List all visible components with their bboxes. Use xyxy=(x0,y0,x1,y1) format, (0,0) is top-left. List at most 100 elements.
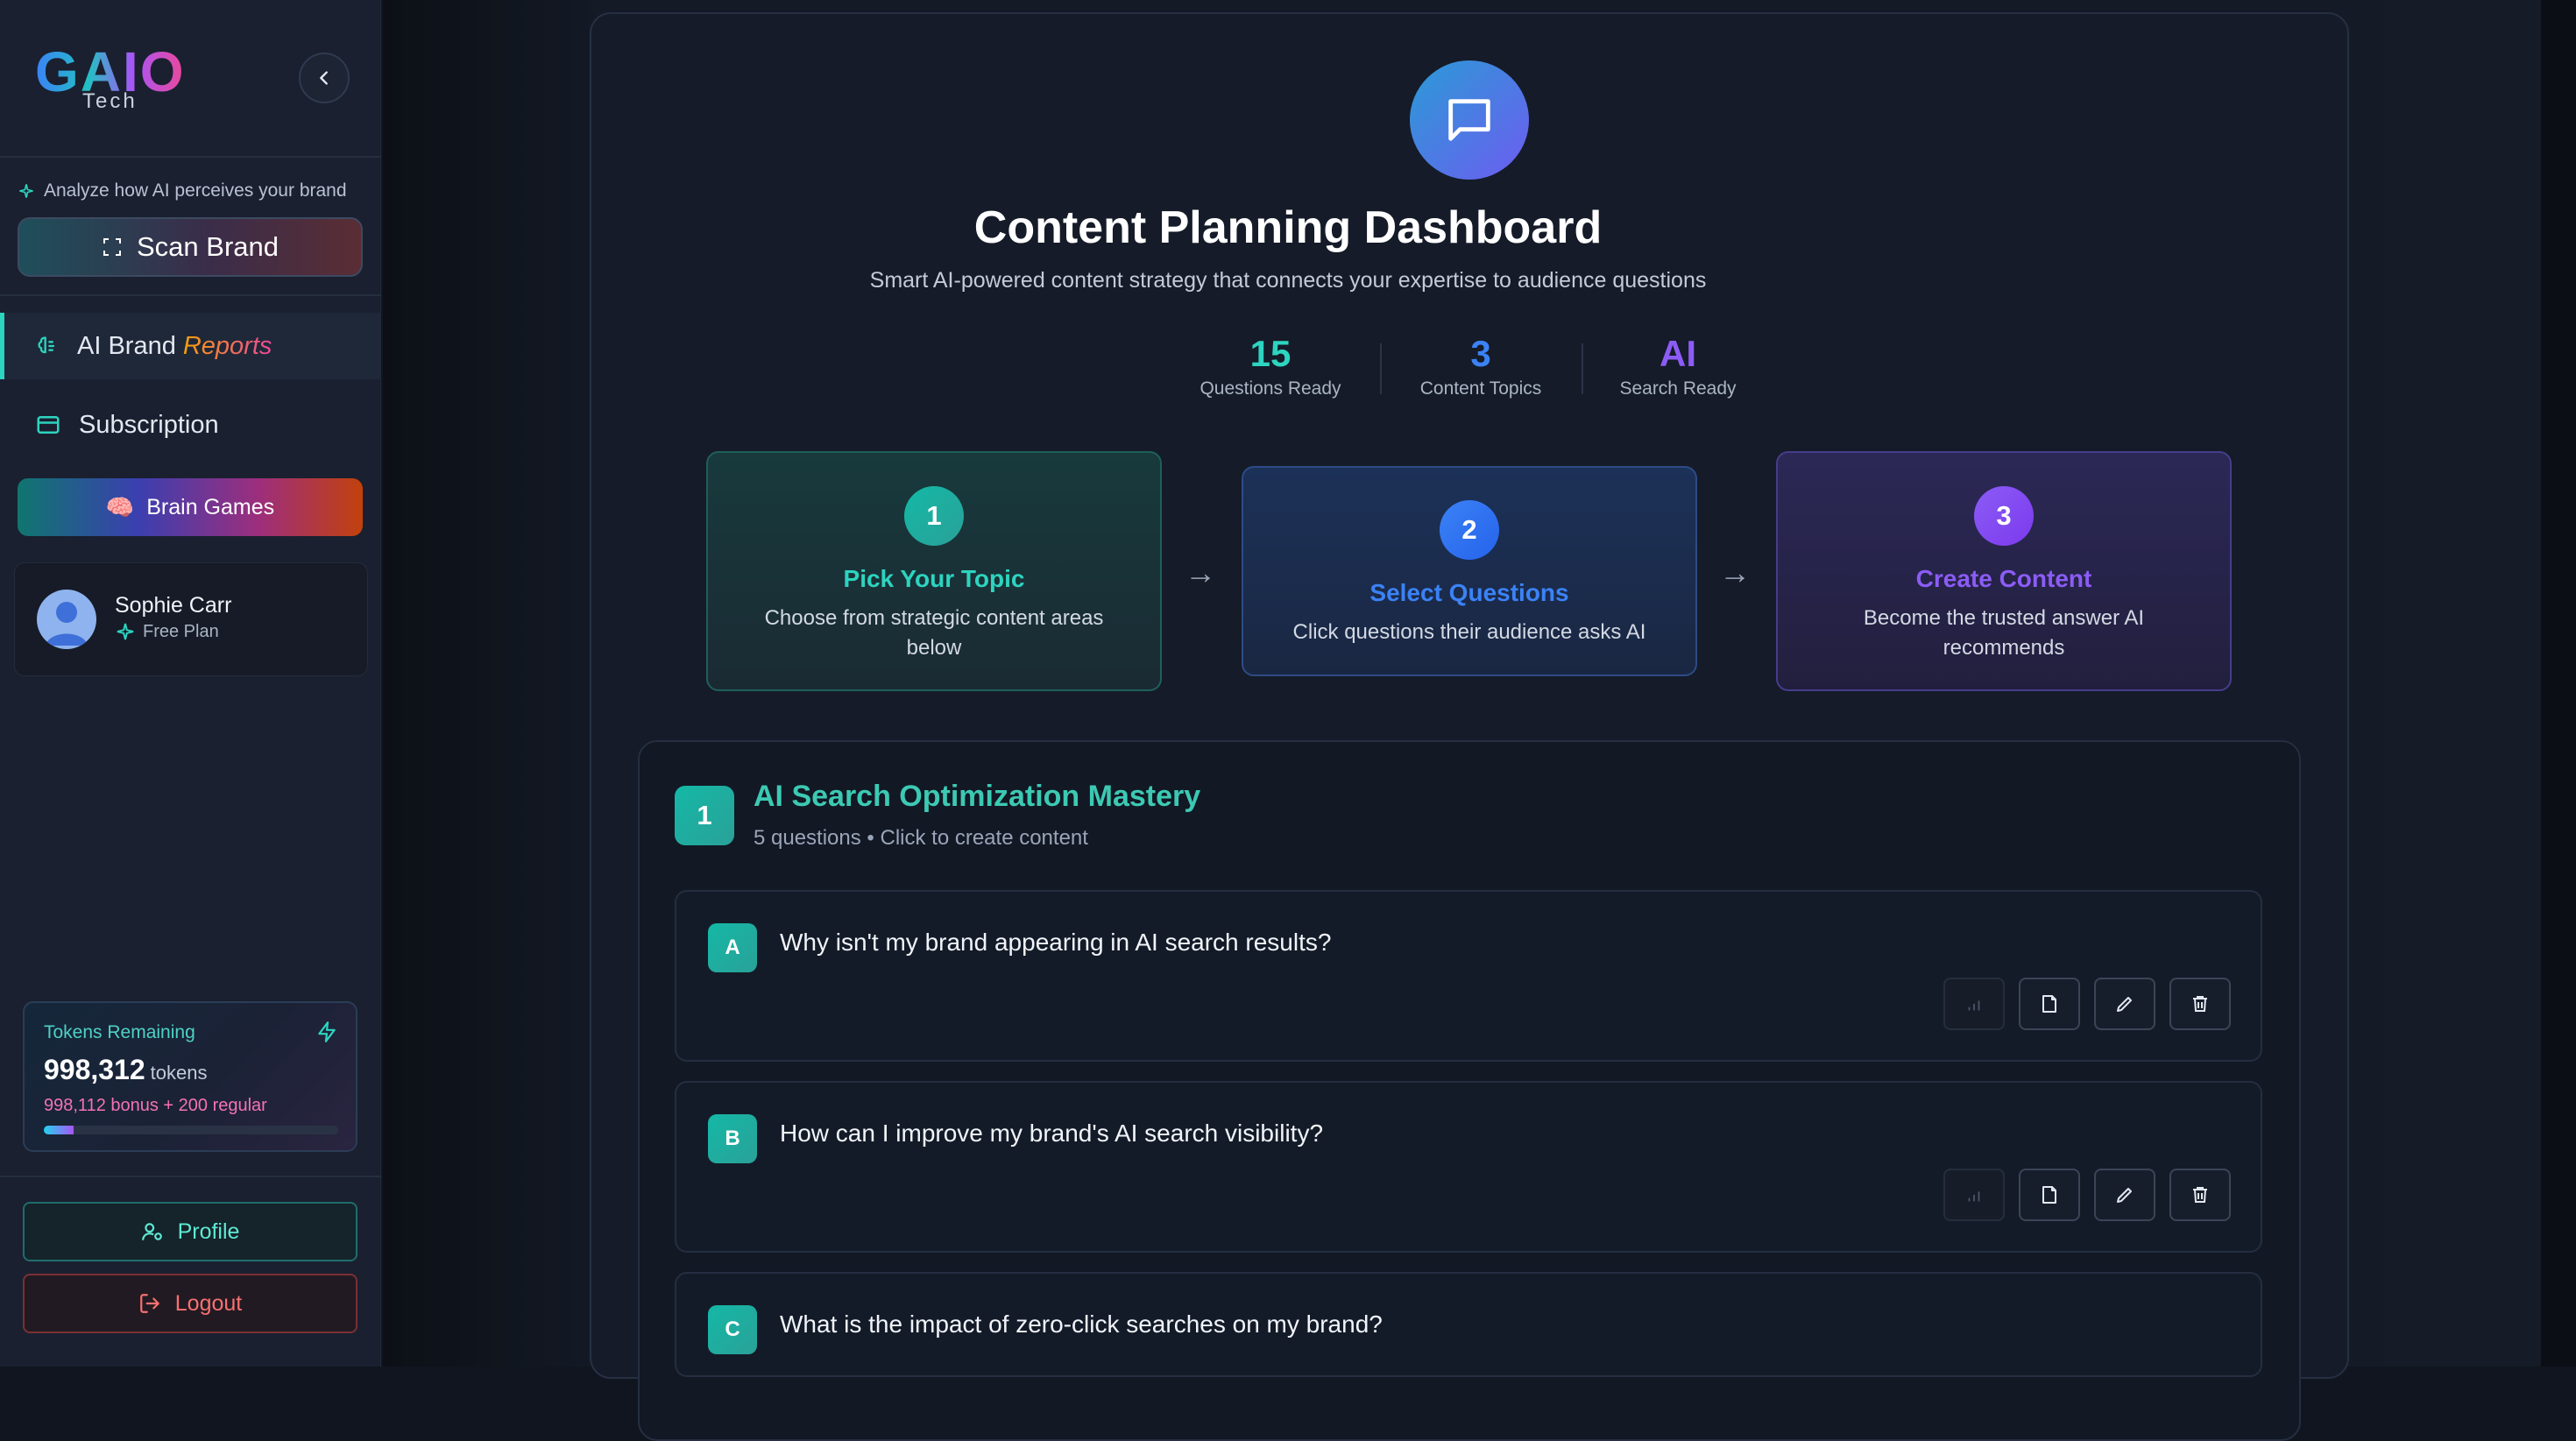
file-icon xyxy=(2042,995,2056,1013)
bar-chart-icon xyxy=(1968,1191,1980,1202)
topic-subtitle: 5 questions • Click to create content xyxy=(754,826,1088,850)
divider xyxy=(0,294,381,296)
step-number: 1 xyxy=(904,486,964,546)
chevron-left-icon xyxy=(320,71,328,85)
stat-value: AI xyxy=(1660,333,1696,374)
nav-item-ai-brand-reports[interactable]: AI Brand Reports xyxy=(0,313,381,379)
question-card[interactable]: A Why isn't my brand appearing in AI sea… xyxy=(675,890,2262,1062)
analyze-text: Analyze how AI perceives your brand xyxy=(44,180,347,201)
page-title: Content Planning Dashboard xyxy=(973,202,1603,253)
collapse-sidebar-button[interactable] xyxy=(299,53,350,103)
logout-button[interactable]: Logout xyxy=(23,1274,357,1333)
question-text: What is the impact of zero-click searche… xyxy=(780,1310,1383,1338)
analyze-hint: Analyze how AI perceives your brand xyxy=(18,180,347,201)
step-description: Choose from strategic content areas belo… xyxy=(764,606,1104,660)
tokens-progress-fill xyxy=(44,1126,74,1134)
nav-label-reports: AI Brand xyxy=(77,331,176,360)
tokens-label: Tokens Remaining xyxy=(44,1022,195,1042)
step-card-2: 2 Select Questions Click questions their… xyxy=(1242,466,1697,676)
sparkle-icon xyxy=(117,623,134,640)
stat-questions: 15 Questions Ready xyxy=(1178,333,1362,399)
nav-item-subscription[interactable]: Subscription xyxy=(0,392,381,458)
lightning-icon xyxy=(318,1021,336,1042)
question-actions xyxy=(1943,978,2231,1030)
pencil-icon xyxy=(2117,1188,2132,1203)
question-card[interactable]: C What is the impact of zero-click searc… xyxy=(675,1272,2262,1377)
trash-icon xyxy=(2193,996,2207,1012)
step-card-3: 3 Create Content Become the trusted answ… xyxy=(1776,451,2232,691)
tokens-progress-bar xyxy=(44,1126,338,1134)
topic-number-badge: 1 xyxy=(675,786,734,845)
logo[interactable]: GAIO Tech xyxy=(35,44,186,113)
question-letter: A xyxy=(708,923,757,972)
message-square-icon xyxy=(1448,99,1490,141)
stat-value: 3 xyxy=(1470,333,1491,374)
step-description: Click questions their audience asks AI xyxy=(1292,620,1646,644)
divider xyxy=(0,156,381,158)
stat-label: Content Topics xyxy=(1419,378,1542,399)
step-card-1: 1 Pick Your Topic Choose from strategic … xyxy=(706,451,1162,691)
delete-button[interactable] xyxy=(2169,978,2231,1030)
logout-icon xyxy=(139,1294,159,1313)
user-plan-label: Free Plan xyxy=(143,621,219,641)
brain-games-button[interactable]: 🧠 Brain Games xyxy=(18,478,363,536)
step-description: Become the trusted answer AI recommends xyxy=(1863,606,2145,660)
chat-icon-badge xyxy=(1410,60,1529,180)
trash-icon xyxy=(2193,1187,2207,1203)
question-actions xyxy=(1943,1169,2231,1221)
document-button[interactable] xyxy=(2019,978,2080,1030)
credit-card-icon xyxy=(37,416,60,434)
sparkle-icon xyxy=(19,184,33,198)
stat-label: Search Ready xyxy=(1619,378,1737,399)
file-icon xyxy=(2042,1186,2056,1204)
stat-label: Questions Ready xyxy=(1200,378,1341,399)
profile-label: Profile xyxy=(177,1218,240,1244)
user-plan: Free Plan xyxy=(115,621,219,642)
pencil-icon xyxy=(2117,997,2132,1012)
tokens-value-row: 998,312 tokens xyxy=(44,1054,208,1086)
step-number: 2 xyxy=(1440,500,1499,560)
divider xyxy=(0,1176,381,1177)
logo-subtext: Tech xyxy=(82,89,138,113)
step-number: 3 xyxy=(1974,486,2034,546)
user-settings-icon xyxy=(141,1223,162,1240)
stat-divider xyxy=(1380,343,1382,394)
question-text: Why isn't my brand appearing in AI searc… xyxy=(780,929,1332,956)
stat-value: 15 xyxy=(1249,333,1292,374)
nav-label-subscription: Subscription xyxy=(79,410,219,439)
edit-button[interactable] xyxy=(2094,978,2155,1030)
user-name: Sophie Carr xyxy=(115,593,232,618)
question-text: How can I improve my brand's AI search v… xyxy=(780,1120,1324,1147)
arrow-right-icon: → xyxy=(1185,555,1216,590)
brain-games-label: Brain Games xyxy=(146,494,275,519)
analytics-button[interactable] xyxy=(1943,978,2005,1030)
question-card[interactable]: B How can I improve my brand's AI search… xyxy=(675,1081,2262,1253)
profile-button[interactable]: Profile xyxy=(23,1202,357,1261)
stat-topics: 3 Content Topics xyxy=(1398,333,1564,399)
brain-icon xyxy=(38,336,55,354)
tokens-card: Tokens Remaining 998,312 tokens 998,112 b… xyxy=(23,1001,357,1152)
tokens-unit: tokens xyxy=(150,1062,208,1084)
user-card[interactable]: Sophie Carr Free Plan xyxy=(14,562,368,676)
avatar xyxy=(37,590,96,649)
document-button[interactable] xyxy=(2019,1169,2080,1221)
arrow-right-icon: → xyxy=(1719,555,1751,590)
question-letter: B xyxy=(708,1114,757,1163)
brain-emoji-icon: 🧠 xyxy=(105,493,135,520)
step-title: Select Questions xyxy=(1369,579,1569,606)
tokens-breakdown: 998,112 bonus + 200 regular xyxy=(44,1096,267,1115)
stat-divider xyxy=(1582,343,1583,394)
logout-label: Logout xyxy=(174,1290,243,1316)
delete-button[interactable] xyxy=(2169,1169,2231,1221)
topic-title[interactable]: AI Search Optimization Mastery xyxy=(754,780,1200,814)
stat-search: AI Search Ready xyxy=(1599,333,1757,399)
edit-button[interactable] xyxy=(2094,1169,2155,1221)
page-subtitle: Smart AI-powered content strategy that c… xyxy=(869,268,1707,293)
tokens-value: 998,312 xyxy=(44,1054,145,1085)
question-letter: C xyxy=(708,1305,757,1354)
nav-label-reports-accent: Reports xyxy=(182,331,272,360)
step-title: Pick Your Topic xyxy=(843,565,1025,592)
bar-chart-icon xyxy=(1968,1000,1980,1011)
analytics-button[interactable] xyxy=(1943,1169,2005,1221)
step-title: Create Content xyxy=(1915,565,2092,592)
